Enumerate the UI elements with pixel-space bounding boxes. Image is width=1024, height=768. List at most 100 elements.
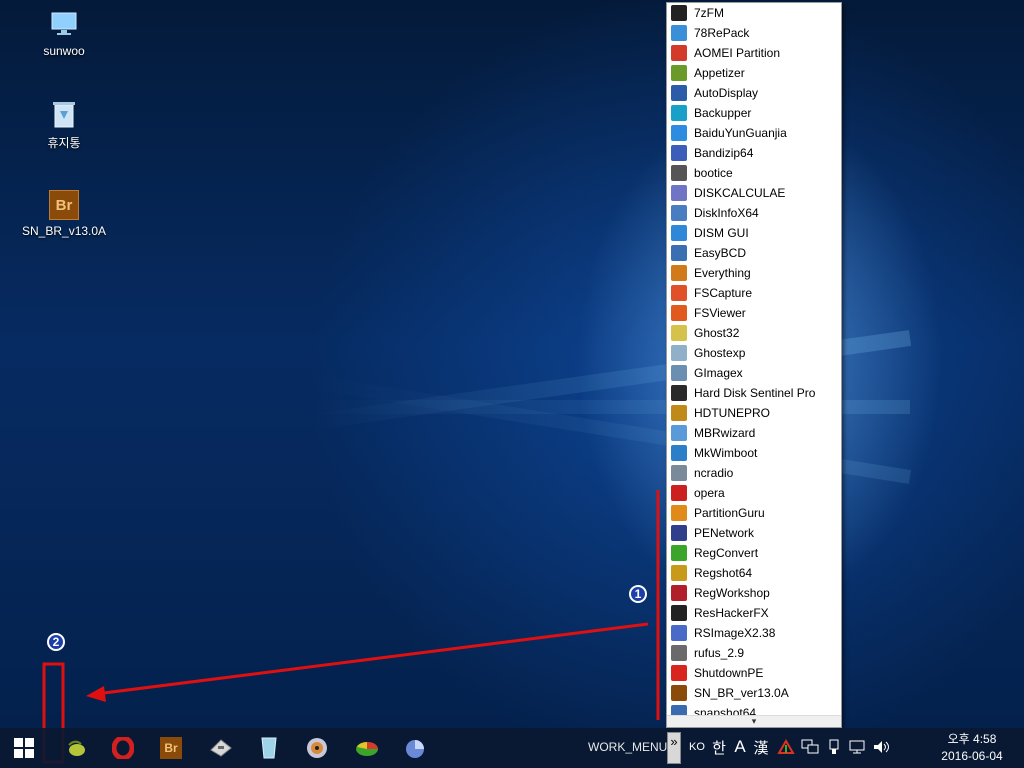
menu-item[interactable]: AOMEI Partition [667, 43, 841, 63]
menu-item[interactable]: HDTUNEPRO [667, 403, 841, 423]
menu-item[interactable]: RSImageX2.38 [667, 623, 841, 643]
ime-hanja-indicator[interactable]: 漢 [752, 736, 770, 758]
taskbar-app-glass[interactable] [252, 728, 286, 768]
menu-item[interactable]: 7zFM [667, 3, 841, 23]
menu-item[interactable]: RegWorkshop [667, 583, 841, 603]
menu-item[interactable]: bootice [667, 163, 841, 183]
taskbar-app-br[interactable]: Br [154, 728, 188, 768]
start-windows-icon [14, 738, 34, 758]
clock-date: 2016-06-04 [941, 749, 1003, 763]
menu-item[interactable]: opera [667, 483, 841, 503]
start-button[interactable] [0, 728, 48, 768]
menu-item-label: 7zFM [694, 6, 724, 20]
menu-item[interactable]: RegConvert [667, 543, 841, 563]
reshacker-icon [671, 605, 687, 621]
menu-item-label: HDTUNEPRO [694, 406, 771, 420]
menu-list: 7zFM 78RePack AOMEI Partition Appetizer Auto… [667, 3, 841, 723]
opera-icon [112, 737, 134, 759]
tray-display-icon[interactable] [848, 736, 868, 758]
menu-item[interactable]: rufus_2.9 [667, 643, 841, 663]
menu-item-label: RSImageX2.38 [694, 626, 776, 640]
hdtune-icon [671, 405, 687, 421]
grid-icon [671, 465, 687, 481]
menu-item-label: opera [694, 486, 725, 500]
appetizer-icon [671, 65, 687, 81]
taskbar-app-olive[interactable] [60, 728, 92, 768]
menu-scroll-down[interactable]: ▾ [667, 715, 841, 727]
work-menu-popup[interactable]: 7zFM 78RePack AOMEI Partition Appetizer Auto… [666, 2, 842, 728]
tray-usb-icon[interactable] [824, 736, 844, 758]
menu-item[interactable]: FSCapture [667, 283, 841, 303]
tray-network-icon[interactable] [800, 736, 820, 758]
menu-item[interactable]: Regshot64 [667, 563, 841, 583]
menu-item[interactable]: Ghostexp [667, 343, 841, 363]
menu-item[interactable]: PENetwork [667, 523, 841, 543]
tray-app-icon[interactable] [776, 736, 796, 758]
work-menu-toolbar-label[interactable]: WORK_MENU [588, 740, 667, 754]
desktop-icon-recycle-bin[interactable]: 휴지통 [22, 98, 106, 151]
easybcd-icon [671, 245, 687, 261]
desktop-icon-sn-br[interactable]: Br SN_BR_v13.0A [22, 190, 106, 238]
ime-hangul-indicator[interactable]: 한 [709, 736, 729, 758]
bandizip-icon [671, 145, 687, 161]
menu-item-label: FSCapture [694, 286, 753, 300]
menu-item[interactable]: Ghost32 [667, 323, 841, 343]
menu-item[interactable]: MkWimboot [667, 443, 841, 463]
menu-item[interactable]: DiskInfoX64 [667, 203, 841, 223]
taskbar-app-cd[interactable] [300, 728, 334, 768]
menu-item[interactable]: Hard Disk Sentinel Pro [667, 383, 841, 403]
annotation-arrowhead [86, 686, 106, 702]
fsviewer-icon [671, 305, 687, 321]
menu-item[interactable]: MBRwizard [667, 423, 841, 443]
menu-item[interactable]: Backupper [667, 103, 841, 123]
menu-item[interactable]: Bandizip64 [667, 143, 841, 163]
menu-item[interactable]: BaiduYunGuanjia [667, 123, 841, 143]
menu-item[interactable]: DISKCALCULAE [667, 183, 841, 203]
menu-item-label: MBRwizard [694, 426, 756, 440]
ghost-icon [671, 345, 687, 361]
taskbar-app-pie[interactable] [398, 728, 432, 768]
taskbar-app-opera[interactable] [106, 728, 140, 768]
regshot-icon [671, 565, 687, 581]
gimagex-icon [671, 365, 687, 381]
network-icon [671, 525, 687, 541]
menu-item-label: ResHackerFX [694, 606, 769, 620]
menu-item-label: DiskInfoX64 [694, 206, 759, 220]
menu-item-label: MkWimboot [694, 446, 758, 460]
triangle-icon [671, 25, 687, 41]
ghost-icon [671, 325, 687, 341]
person-icon [671, 205, 687, 221]
hdd-icon [671, 385, 687, 401]
menu-item[interactable]: ResHackerFX [667, 603, 841, 623]
menu-item[interactable]: Everything [667, 263, 841, 283]
menu-item-label: ncradio [694, 466, 734, 480]
menu-item-label: Everything [694, 266, 751, 280]
menu-item-label: Backupper [694, 106, 752, 120]
menu-item[interactable]: ncradio [667, 463, 841, 483]
menu-item[interactable]: FSViewer [667, 303, 841, 323]
taskbar-app-partition[interactable] [350, 728, 384, 768]
taskbar-app-bootice[interactable] [204, 728, 238, 768]
menu-item-label: rufus_2.9 [694, 646, 745, 660]
menu-item[interactable]: 78RePack [667, 23, 841, 43]
menu-item[interactable]: GImagex [667, 363, 841, 383]
partitionguru-icon [671, 505, 687, 521]
tray-volume-icon[interactable] [872, 736, 892, 758]
menu-item[interactable]: AutoDisplay [667, 83, 841, 103]
desktop-icon-sunwoo[interactable]: sunwoo [22, 8, 106, 58]
clock[interactable]: 오후 4:58 2016-06-04 [930, 731, 1014, 765]
computer-icon [48, 8, 80, 40]
menu-item[interactable]: Appetizer [667, 63, 841, 83]
menu-item[interactable]: SN_BR_ver13.0A [667, 683, 841, 703]
menu-item[interactable]: EasyBCD [667, 243, 841, 263]
ime-alpha-indicator[interactable]: A [731, 736, 749, 758]
language-indicator[interactable]: KO [689, 736, 705, 758]
menu-item[interactable]: DISM GUI [667, 223, 841, 243]
taskbar: Br WORK_MENU » KO 한 A 漢 오후 4:58 2016-06-… [0, 728, 1024, 768]
menu-item-label: RegConvert [694, 546, 759, 560]
menu-item[interactable]: ShutdownPE [667, 663, 841, 683]
desktop-icon-label: SN_BR_v13.0A [22, 224, 107, 238]
toolbar-chevron-button[interactable]: » [667, 732, 681, 764]
menu-item[interactable]: PartitionGuru [667, 503, 841, 523]
menu-item-label: BaiduYunGuanjia [694, 126, 787, 140]
